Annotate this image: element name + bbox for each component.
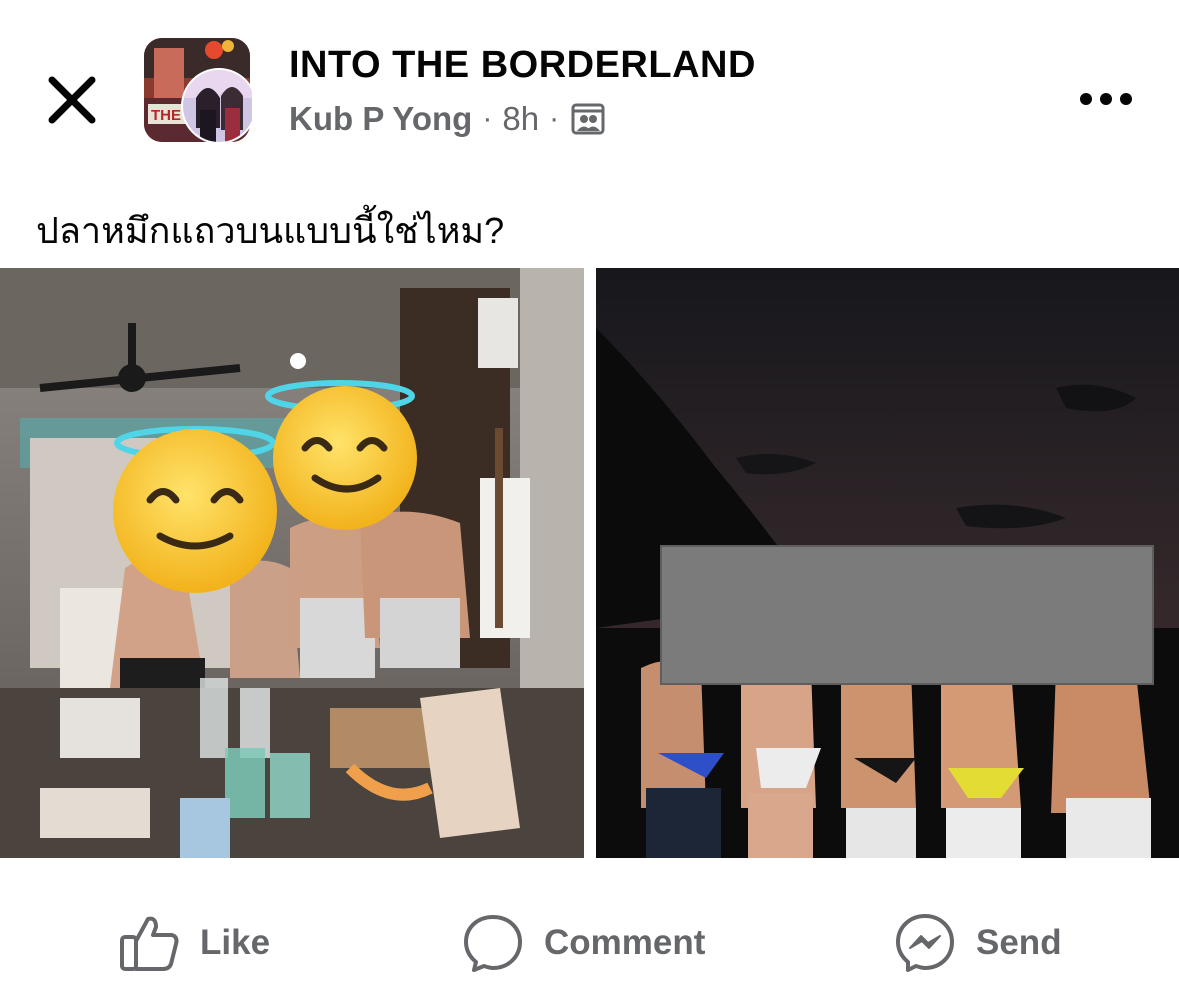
halo-emoji-1: [113, 426, 277, 593]
avatar-overlay-text: THE: [151, 107, 181, 124]
author-name[interactable]: Kub P Yong: [289, 100, 472, 138]
mirror-selfie-photo[interactable]: [0, 268, 584, 858]
thumbs-up-icon: [120, 916, 179, 971]
post-time[interactable]: 8h: [502, 100, 539, 138]
meta-separator: ·: [482, 102, 493, 135]
send-button[interactable]: Send: [894, 908, 1062, 978]
close-button[interactable]: [44, 72, 100, 128]
comment-button[interactable]: Comment: [462, 908, 705, 978]
night-group-photo[interactable]: [596, 268, 1179, 858]
comment-label: Comment: [544, 923, 706, 962]
post-meta: Kub P Yong · 8h ·: [289, 100, 605, 138]
censor-box: [660, 545, 1154, 685]
meta-separator: ·: [549, 102, 560, 135]
photo-album-icon: [571, 103, 605, 135]
more-horizontal-icon: [1080, 93, 1132, 105]
post-caption: ปลาหมึกแถวบนแบบนี้ใช่ไหม?: [36, 210, 505, 251]
comment-icon: [464, 915, 522, 972]
send-label: Send: [976, 923, 1062, 962]
like-label: Like: [200, 923, 271, 962]
more-options-button[interactable]: [1074, 84, 1138, 114]
group-avatar[interactable]: THE: [144, 38, 257, 144]
messenger-icon: [896, 914, 954, 972]
close-icon: [48, 76, 96, 124]
like-button[interactable]: Like: [118, 908, 270, 978]
group-title[interactable]: INTO THE BORDERLAND: [289, 44, 756, 87]
